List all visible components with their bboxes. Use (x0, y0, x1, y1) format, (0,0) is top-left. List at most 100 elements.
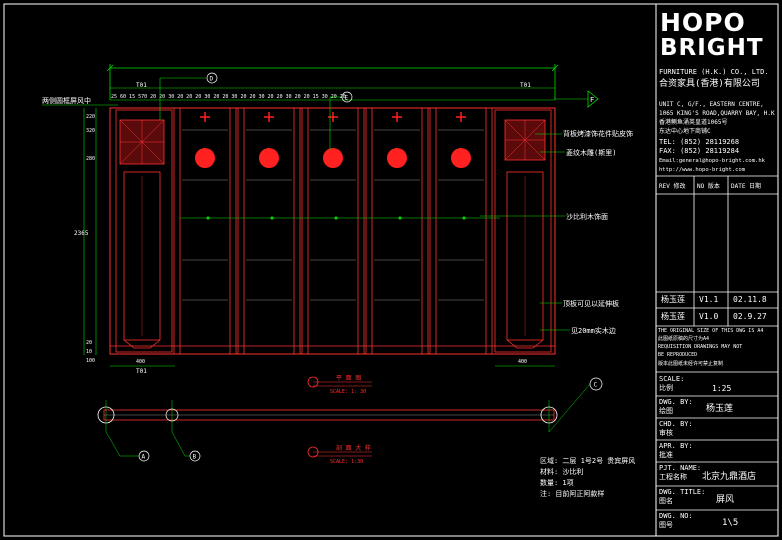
left-note: 两侧圆框屏风中 (42, 96, 91, 105)
dim-100: 100 (86, 358, 95, 364)
section-title-block: 剖 面 大 样 SCALE: 1:30 (307, 444, 372, 465)
callout-5: 见20mm实木边 (571, 326, 616, 335)
drawing-title-value: 屏风 (716, 495, 735, 505)
panel-5 (429, 107, 493, 355)
revision-header-no: NO 版本 (697, 183, 720, 190)
address-line-2: 1065 KING'S ROAD,QUARRY BAY, H.K (659, 110, 775, 117)
red-medallion-5 (451, 148, 471, 168)
red-medallion-3 (323, 148, 343, 168)
elevation-view: 25 60 15 570 20 20 30 20 20 20 30 20 20 … (42, 64, 633, 375)
dim-220: 220 (86, 114, 95, 120)
note-2: 材料: 沙比利 (540, 467, 583, 476)
approved-by-label: APR. BY: (659, 442, 693, 450)
callout-2: 菱纹木雕(斯里) (566, 148, 616, 157)
dim-2365: 2365 (74, 230, 89, 237)
revision-2-by: 杨玉莲 (661, 312, 685, 321)
drawing-title-label: DWG. TITLE: (659, 488, 706, 496)
screen-outer-frame (109, 107, 556, 355)
disclaimer-2: 此图纸原稿的尺寸为A4 (658, 336, 710, 342)
plan-title-block: 平 面 图 SCALE: 1: 30 (307, 375, 372, 395)
grid-bubble-a: A (120, 450, 150, 462)
address-line-3: 香港鲗鱼涌英皇道1065号 (659, 119, 728, 126)
svg-text:E: E (345, 95, 349, 102)
approved-by-label-cn: 批准 (659, 451, 673, 459)
drawing-number-value: 1\5 (722, 518, 739, 528)
callout-1: 背板烤漆饰花件贴皮饰 (563, 129, 633, 138)
revision-1-date: 02.11.8 (733, 295, 767, 304)
panel-3 (301, 107, 365, 355)
panel-4 (365, 107, 429, 355)
revision-header-rev: REV 修改 (659, 183, 686, 190)
svg-text:D: D (210, 76, 214, 83)
drawing-number-label-cn: 图号 (659, 521, 673, 529)
note-3: 数量: 1项 (540, 478, 574, 487)
red-medallion-2 (259, 148, 279, 168)
bottom-dim-400-right: 400 (518, 359, 527, 365)
company-name-cn: 合资家具(香港)有限公司 (659, 79, 760, 89)
revision-2-no: V1.0 (699, 312, 719, 321)
drawn-by-value: 杨玉莲 (706, 404, 734, 414)
grid-bubble-c: C (589, 377, 603, 391)
dim-20: 20 (86, 340, 92, 346)
callout-4: 顶板可见以延伸板 (563, 299, 619, 308)
section-tag-right: T01 (520, 82, 531, 89)
scale-label: SCALE: (659, 375, 685, 383)
note-4: 注: 目前阿正阿款样 (540, 489, 604, 498)
revision-1-by: 杨玉莲 (661, 295, 685, 304)
drawing-number-label: DWG. NO: (659, 512, 693, 520)
top-dimension-sequence: 25 60 15 570 20 20 30 20 20 20 30 20 20 … (111, 94, 346, 100)
checked-by-label: CHD. BY: (659, 420, 693, 428)
grid-bubble-f: F (555, 90, 599, 108)
red-medallion-1 (195, 148, 215, 168)
svg-text:C: C (594, 382, 598, 389)
disclaimer-5: 版本此图纸未经许可禁止复制 (658, 361, 724, 367)
logo-line-2: BRIGHT (660, 35, 764, 61)
section-tag-left: T01 (136, 82, 147, 89)
revision-2-date: 02.9.27 (733, 312, 767, 321)
grid-bubble-b: B (185, 450, 201, 462)
project-label-cn: 工程名称 (659, 473, 687, 481)
email: Email:general@hopo-bright.com.hk (659, 158, 765, 164)
panel-1 (173, 107, 237, 355)
drawing-title-label-cn: 图名 (659, 497, 673, 505)
project-label: PJT. NAME: (659, 464, 702, 472)
screen-panels (173, 107, 500, 355)
top-dimension-rows (110, 87, 555, 367)
address-line-4: 东达中心地下商铺C (659, 128, 711, 135)
right-column (494, 109, 552, 353)
callout-3: 沙比利木饰面 (566, 212, 608, 221)
project-value: 北京九鼎酒店 (702, 472, 757, 482)
section-title: 剖 面 大 样 (336, 444, 371, 452)
company-logo: HOPO BRIGHT (660, 10, 764, 60)
disclaimer-1: THE ORIGINAL SIZE OF THIS DWG IS A4 (658, 328, 764, 334)
section-scale: SCALE: 1:30 (330, 459, 363, 465)
phone: TEL: (852) 28119268 (659, 138, 740, 146)
plan-scale: SCALE: 1: 30 (330, 389, 366, 395)
bottom-dim-400: 400 (136, 359, 145, 365)
revision-1-no: V1.1 (699, 295, 719, 304)
dim-10: 10 (86, 349, 92, 355)
svg-text:A: A (142, 454, 146, 461)
disclaimer-4: BE REPRODUCED (658, 352, 698, 358)
plan-title: 平 面 图 (336, 375, 361, 382)
fax: FAX: (852) 28119284 (659, 147, 740, 155)
scale-value: 1:25 (712, 384, 732, 393)
svg-text:B: B (193, 454, 197, 461)
dim-280: 280 (86, 156, 95, 162)
cross-markers (200, 112, 466, 122)
address-line-1: UNIT C, G/F., EASTERN CENTRE, (659, 101, 764, 108)
website: http://www.hopo-bright.com (659, 167, 746, 173)
disclaimer-3: REQUISITION DRAWINGS MAY NOT (658, 344, 743, 350)
drawn-by-label-cn: 绘图 (659, 407, 673, 415)
checked-by-label-cn: 审核 (659, 429, 673, 437)
left-column (115, 109, 173, 353)
dim-320: 320 (86, 128, 95, 134)
red-medallion-4 (387, 148, 407, 168)
panel-2 (237, 107, 301, 355)
section-tag-bottom: T01 (136, 368, 147, 375)
title-block-grid (656, 175, 778, 511)
logo-line-1: HOPO (660, 8, 746, 37)
revision-header-date: DATE 日期 (731, 183, 762, 190)
scale-label-cn: 比例 (659, 384, 673, 392)
company-name-en: FURNITURE (H.K.) CO., LTD. (659, 68, 769, 76)
